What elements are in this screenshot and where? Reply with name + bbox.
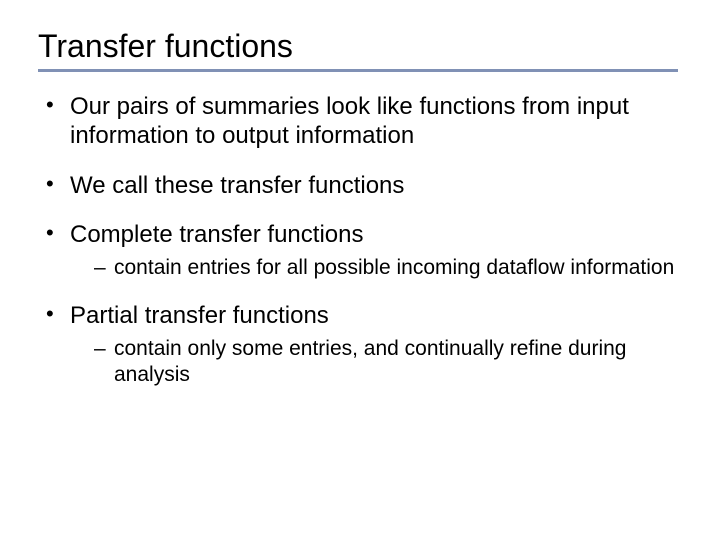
sub-list: contain only some entries, and continual… <box>70 336 682 387</box>
sub-list-item: contain entries for all possible incomin… <box>94 255 682 281</box>
list-item: Our pairs of summaries look like functio… <box>44 92 682 151</box>
list-item: We call these transfer functions <box>44 171 682 200</box>
slide-title: Transfer functions <box>38 28 682 65</box>
bullet-text: Our pairs of summaries look like functio… <box>70 93 629 149</box>
list-item: Complete transfer functions contain entr… <box>44 220 682 281</box>
bullet-text: We call these transfer functions <box>70 172 404 199</box>
title-underline <box>38 69 678 72</box>
sub-list-item: contain only some entries, and continual… <box>94 336 682 387</box>
sub-bullet-text: contain only some entries, and continual… <box>114 337 626 386</box>
bullet-list: Our pairs of summaries look like functio… <box>38 92 682 387</box>
list-item: Partial transfer functions contain only … <box>44 301 682 387</box>
bullet-text: Partial transfer functions <box>70 302 329 329</box>
sub-list: contain entries for all possible incomin… <box>70 255 682 281</box>
bullet-text: Complete transfer functions <box>70 221 363 248</box>
slide: Transfer functions Our pairs of summarie… <box>0 0 720 540</box>
sub-bullet-text: contain entries for all possible incomin… <box>114 256 674 279</box>
